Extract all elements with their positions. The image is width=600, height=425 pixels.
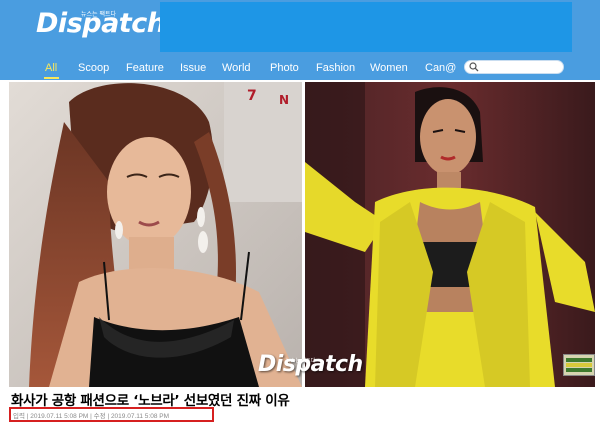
input-label: 입력 — [13, 413, 25, 420]
logo-tagline: 뉴스는 팩트다 — [81, 11, 117, 18]
article-headline[interactable]: 화사가 공항 패션으로 ‘노브라’ 선보였던 진짜 이유 — [11, 389, 290, 409]
nav-item-scoop[interactable]: Scoop — [78, 62, 109, 74]
dispatch-watermark: Dispatch — [258, 352, 363, 377]
nav-item-world[interactable]: World — [222, 62, 251, 74]
edit-time: 2019.07.11 5:08 PM — [110, 413, 169, 420]
broadcast-logo-icon — [566, 358, 592, 372]
broadcast-logo — [563, 354, 595, 376]
article-photo-left: 7 N — [9, 82, 302, 387]
ad-banner[interactable] — [160, 2, 572, 52]
photo-right-illustration — [305, 82, 595, 387]
active-tab-indicator — [44, 77, 59, 79]
search-input[interactable] — [464, 60, 564, 74]
nav-item-photo[interactable]: Photo — [270, 62, 299, 74]
article-timestamps: 입력 | 2019.07.11 5:08 PM | 수정 | 2019.07.1… — [13, 410, 169, 420]
search-icon[interactable] — [469, 62, 479, 72]
svg-text:N: N — [279, 93, 289, 107]
nav-item-all[interactable]: All — [45, 62, 57, 74]
nav-item-women[interactable]: Women — [370, 62, 408, 74]
nav-item-fashion[interactable]: Fashion — [316, 62, 355, 74]
nav-item-issue[interactable]: Issue — [180, 62, 206, 74]
nav-item-feature[interactable]: Feature — [126, 62, 164, 74]
watermark-tagline: 뉴스는 팩트다 — [286, 358, 316, 364]
input-time: 2019.07.11 5:08 PM — [30, 413, 89, 420]
article-photo-right — [305, 82, 595, 387]
svg-text:7: 7 — [247, 88, 257, 104]
photo-left-illustration: 7 N — [9, 82, 302, 387]
nav-item-can[interactable]: Can@ — [425, 62, 456, 74]
edit-label: 수정 — [93, 413, 106, 420]
